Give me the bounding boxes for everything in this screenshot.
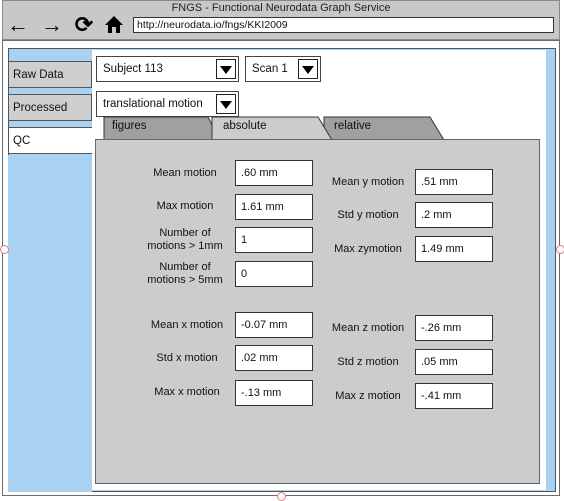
- mean-motion-label: Mean motion: [153, 167, 217, 179]
- resize-handle-left[interactable]: [0, 245, 9, 254]
- forward-arrow-icon[interactable]: →: [41, 13, 63, 37]
- url-bar[interactable]: http://neurodata.io/fngs/KKI2009: [133, 17, 554, 33]
- max-y-motion-label: Max zymotion: [334, 243, 402, 255]
- motion-type-value: translational motion: [103, 98, 203, 110]
- scan-select[interactable]: Scan 1: [245, 56, 321, 82]
- max-z-motion-value: -.41 mm: [415, 383, 493, 409]
- motions-gt-1mm-value: 1: [235, 227, 313, 253]
- mean-motion-value: .60 mm: [235, 160, 313, 186]
- nav-raw-data[interactable]: Raw Data: [8, 61, 92, 88]
- std-y-motion-label: Std y motion: [337, 209, 399, 221]
- reload-icon[interactable]: ⟳: [73, 13, 95, 37]
- motions-gt-5mm-label: Number of motions > 5mm: [147, 261, 223, 286]
- chevron-down-icon[interactable]: [216, 59, 236, 79]
- std-y-motion-value: .2 mm: [415, 202, 493, 228]
- browser-toolbar: FNGS - Functional Neurodata Graph Servic…: [2, 0, 560, 40]
- motions-gt-1mm-label: Number of motions > 1mm: [147, 227, 223, 252]
- motion-type-select[interactable]: translational motion: [96, 91, 239, 117]
- tab-relative[interactable]: relative: [334, 120, 371, 132]
- max-x-motion-value: -.13 mm: [235, 380, 313, 406]
- max-motion-value: 1.61 mm: [235, 194, 313, 220]
- nav-qc[interactable]: QC: [8, 127, 92, 154]
- nav-filler: [8, 155, 92, 492]
- home-icon[interactable]: [103, 13, 125, 37]
- std-z-motion-label: Std z motion: [337, 356, 399, 368]
- mean-z-motion-label: Mean z motion: [331, 322, 405, 334]
- tab-figures[interactable]: figures: [112, 120, 147, 132]
- mean-y-motion-value: .51 mm: [415, 169, 493, 195]
- tab-absolute[interactable]: absolute: [223, 120, 266, 132]
- back-arrow-icon[interactable]: ←: [7, 13, 29, 37]
- std-x-motion-label: Std x motion: [156, 352, 218, 364]
- std-x-motion-value: .02 mm: [235, 345, 313, 371]
- std-z-motion-value: .05 mm: [415, 349, 493, 375]
- chevron-down-icon[interactable]: [298, 59, 318, 79]
- mean-y-motion-label: Mean y motion: [331, 176, 405, 188]
- subject-select-value: Subject 113: [103, 63, 163, 75]
- scan-select-value: Scan 1: [252, 63, 288, 75]
- mean-z-motion-value: -.26 mm: [415, 315, 493, 341]
- nav-processed[interactable]: Processed: [8, 94, 92, 121]
- mean-x-motion-label: Mean x motion: [150, 319, 224, 331]
- max-motion-label: Max motion: [156, 200, 214, 212]
- mean-x-motion-value: -0.07 mm: [235, 312, 313, 338]
- chevron-down-icon[interactable]: [216, 94, 236, 114]
- subject-select[interactable]: Subject 113: [96, 56, 239, 82]
- max-z-motion-label: Max z motion: [335, 390, 401, 402]
- max-x-motion-label: Max x motion: [154, 386, 220, 398]
- motions-gt-5mm-value: 0: [235, 261, 313, 287]
- resize-handle-right[interactable]: [556, 245, 564, 254]
- max-y-motion-value: 1.49 mm: [415, 236, 493, 262]
